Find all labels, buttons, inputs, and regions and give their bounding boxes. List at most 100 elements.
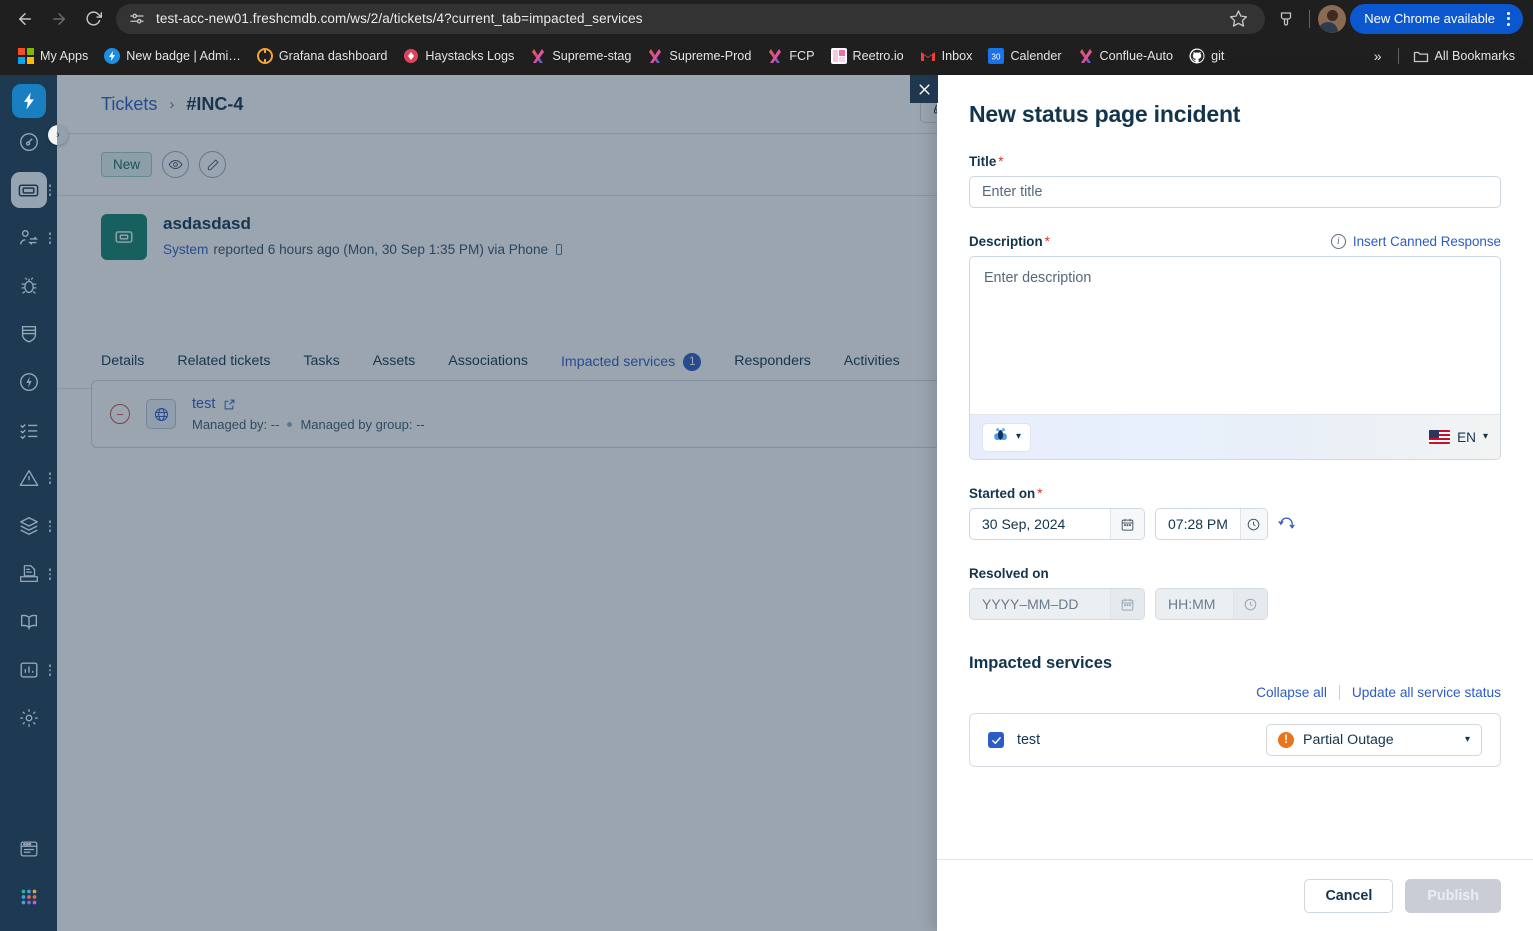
description-textarea[interactable]: Enter description [970, 257, 1500, 414]
sidebar-item-tickets[interactable] [0, 166, 57, 214]
all-bookmarks-button[interactable]: All Bookmarks [1405, 43, 1523, 69]
bookmark-item[interactable]: My Apps [10, 43, 96, 69]
sidebar-item-status-page[interactable] [0, 825, 57, 873]
bookmark-item[interactable]: 30 Calender [980, 43, 1069, 69]
bookmark-item[interactable]: git [1181, 43, 1232, 69]
bookmark-item[interactable]: FCP [759, 43, 822, 69]
nine-dots-icon [11, 879, 47, 915]
user-swap-icon [11, 220, 47, 256]
description-editor[interactable]: Enter description ▾ EN ▾ [969, 256, 1501, 460]
chrome-menu-icon[interactable] [1499, 10, 1517, 28]
sidebar-item-menu-icon[interactable] [48, 664, 51, 676]
sidebar-item-tasks[interactable] [0, 406, 57, 454]
book-icon [11, 604, 47, 640]
freshservice-logo-icon[interactable] [11, 84, 46, 118]
sidebar-item-assets[interactable] [0, 502, 57, 550]
sidebar-item-contracts[interactable] [0, 550, 57, 598]
collapse-all-link[interactable]: Collapse all [1256, 685, 1327, 700]
close-panel-button[interactable] [910, 75, 938, 103]
reload-button[interactable] [76, 2, 110, 36]
language-selector[interactable]: EN ▾ [1429, 430, 1488, 445]
reset-datetime-button[interactable] [1278, 516, 1295, 533]
address-bar[interactable]: test-acc-new01.freshcmdb.com/ws/2/a/tick… [116, 3, 1266, 34]
bookmark-item[interactable]: Supreme-stag [522, 43, 639, 69]
clock-icon [1233, 589, 1267, 619]
layers-icon [11, 508, 47, 544]
publish-button[interactable]: Publish [1405, 878, 1501, 913]
service-checkbox[interactable] [988, 732, 1004, 748]
title-input[interactable] [969, 176, 1501, 208]
bookmark-item[interactable]: Grafana dashboard [249, 43, 396, 69]
bookmark-label: New badge | Admi… [126, 49, 241, 63]
clock-icon[interactable] [1239, 509, 1267, 539]
description-label-row: Description * i Insert Canned Response [969, 234, 1501, 249]
resolved-on-time-field[interactable]: HH:MM [1155, 588, 1268, 620]
started-on-time-field[interactable]: 07:28 PM [1155, 508, 1268, 540]
sidebar-item-menu-icon[interactable] [48, 568, 51, 580]
back-button[interactable] [8, 2, 42, 36]
panel-service-name: test [1017, 732, 1041, 748]
url-text: test-acc-new01.freshcmdb.com/ws/2/a/tick… [156, 11, 643, 26]
info-icon: i [1330, 234, 1346, 249]
sidebar-item-menu-icon[interactable] [48, 232, 51, 244]
panel-body: New status page incident Title* Descript… [937, 75, 1533, 859]
update-all-service-status-link[interactable]: Update all service status [1352, 685, 1501, 700]
chrome-update-button[interactable]: New Chrome available [1350, 3, 1523, 34]
started-on-date-field[interactable]: 30 Sep, 2024 [969, 508, 1145, 540]
cancel-button[interactable]: Cancel [1304, 878, 1394, 913]
resolved-on-date-field[interactable]: YYYY–MM–DD [969, 588, 1145, 620]
divider [1338, 685, 1340, 700]
sidebar-item-menu-icon[interactable] [48, 472, 51, 484]
sidebar-item-dashboard[interactable] [0, 118, 57, 166]
close-icon [918, 83, 930, 95]
insert-canned-response-button[interactable]: i Insert Canned Response [1330, 234, 1501, 249]
browser-window-icon [11, 831, 47, 867]
started-on-time-value: 07:28 PM [1168, 516, 1228, 532]
bookmark-label: Grafana dashboard [278, 49, 388, 63]
chevron-down-icon: ▾ [1016, 431, 1022, 442]
resolved-on-label: Resolved on [969, 566, 1049, 581]
sidebar-item-menu-icon[interactable] [48, 184, 51, 196]
service-status-value: Partial Outage [1303, 732, 1394, 748]
resolved-on-date-placeholder: YYYY–MM–DD [982, 596, 1079, 612]
sidebar-item-admin[interactable] [0, 694, 57, 742]
gear-icon [11, 700, 47, 736]
bookmark-item[interactable]: Inbox [912, 43, 981, 69]
sidebar-item-menu-icon[interactable] [48, 520, 51, 532]
bookmark-item[interactable]: Supreme-Prod [639, 43, 759, 69]
bookmark-item[interactable]: Reetro.io [823, 43, 912, 69]
site-settings-icon[interactable] [128, 10, 146, 28]
sidebar-item-changes[interactable] [0, 358, 57, 406]
bookmark-label: My Apps [40, 49, 89, 63]
bookmarks-overflow-icon[interactable]: » [1364, 48, 1392, 64]
sidebar-item-analytics[interactable] [0, 646, 57, 694]
calendar-icon[interactable] [1110, 509, 1144, 539]
bookmark-label: Supreme-Prod [669, 49, 752, 63]
forward-button[interactable] [42, 2, 76, 36]
sidebar-item-releases[interactable] [0, 310, 57, 358]
description-field-label: Description * [969, 234, 1050, 249]
sidebar-item-solutions[interactable] [0, 598, 57, 646]
bar-chart-icon [11, 652, 47, 688]
check-icon [991, 736, 1001, 744]
required-asterisk: * [1037, 486, 1043, 501]
us-flag-icon [1429, 430, 1451, 444]
language-label: EN [1457, 429, 1476, 445]
sidebar-item-problems[interactable] [0, 214, 57, 262]
sidebar-item-app-switcher[interactable] [0, 873, 57, 921]
bookmark-item[interactable]: Haystacks Logs [395, 43, 522, 69]
divider [1397, 48, 1399, 64]
bookmark-star-icon[interactable] [1229, 9, 1249, 29]
bookmark-item[interactable]: Conflue-Auto [1070, 43, 1182, 69]
started-on-label: Started on * [969, 486, 1043, 501]
divider [1309, 9, 1311, 28]
service-status-select[interactable]: ! Partial Outage ▾ [1266, 724, 1482, 756]
bookmark-item[interactable]: New badge | Admi… [96, 43, 249, 69]
resolved-on-time-placeholder: HH:MM [1168, 596, 1216, 612]
panel-title: New status page incident [969, 101, 1241, 127]
profile-avatar[interactable] [1318, 4, 1347, 33]
extensions-icon[interactable] [1271, 4, 1301, 34]
sidebar-item-alerts[interactable] [0, 454, 57, 502]
sidebar-item-bugs[interactable] [0, 262, 57, 310]
freddy-ai-button[interactable]: ▾ [982, 422, 1032, 452]
